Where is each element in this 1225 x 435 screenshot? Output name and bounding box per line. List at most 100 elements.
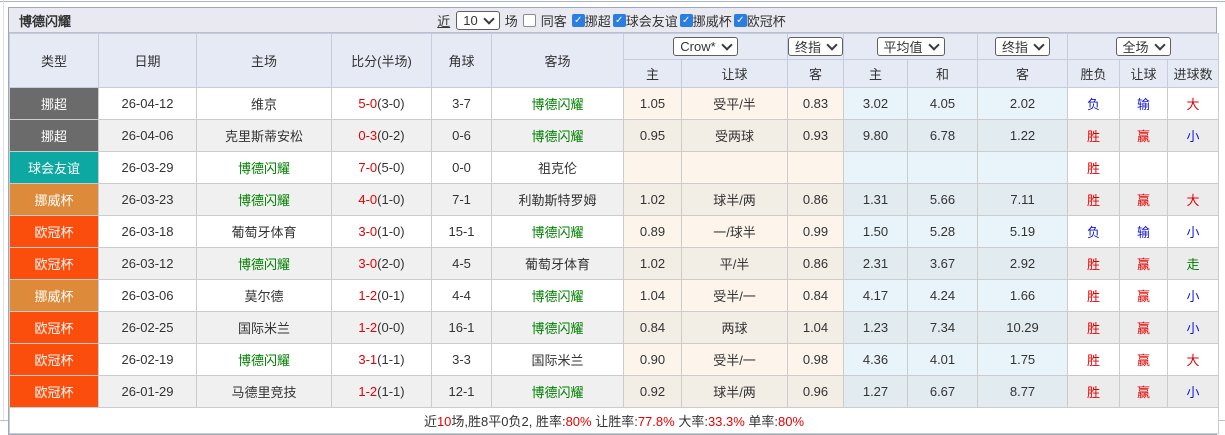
league-checkbox-4[interactable]: ✓ — [733, 13, 747, 27]
avg-away: 1.75 — [977, 343, 1069, 376]
avg-home: 9.80 — [843, 119, 908, 152]
matches-table: 类型 日期 主场 比分(半场) 角球 客场 Crow* 终指 平均值 终指 全场… — [8, 33, 1220, 434]
league-checkbox-2[interactable]: ✓ — [612, 13, 626, 27]
odds-home: 0.90 — [623, 343, 682, 376]
fulltime-score: 1-2 — [358, 288, 378, 303]
fulltime-score: 3-0 — [358, 256, 378, 271]
subcol-avg-home: 主 — [843, 59, 908, 88]
odds-away: 0.86 — [787, 183, 844, 216]
result-goals: 小 — [1167, 279, 1220, 312]
scope-select[interactable]: 全场 — [1115, 37, 1171, 56]
col-header-away: 客场 — [491, 33, 624, 88]
avg-time-select[interactable]: 终指 — [995, 37, 1051, 56]
corner-count: 4-5 — [431, 247, 492, 280]
away-team: 葡萄牙体育 — [491, 247, 624, 280]
recent-count-select[interactable]: 10 — [456, 10, 500, 30]
avg-away: 10.29 — [977, 311, 1069, 344]
halftime-score: (3-0) — [377, 96, 405, 111]
team-name: 博德闪耀 — [19, 13, 72, 29]
avg-home: 2.31 — [843, 247, 908, 280]
subcol-handicap-result: 让球 — [1119, 59, 1169, 88]
match-row: 挪超 26-04-12 维京 5-0(3-0) 3-7 博德闪耀 1.05 受平/半 0.83 3… — [9, 87, 1220, 120]
halftime-score: (1-0) — [377, 192, 405, 207]
avg-draw: 3.67 — [906, 247, 979, 280]
avg-home: 4.17 — [843, 279, 908, 312]
match-row: 欧冠杯 26-02-19 博德闪耀 3-1(1-1) 3-3 国际米兰 0.90 受半/一 0.… — [9, 343, 1220, 376]
odds-handicap: 平/半 — [681, 247, 788, 280]
odds-home: 1.05 — [623, 87, 682, 120]
fulltime-score: 5-0 — [358, 96, 378, 111]
league-badge: 挪超 — [9, 87, 99, 120]
result-goals — [1167, 151, 1220, 184]
avg-draw: 6.67 — [906, 375, 979, 408]
halftime-score: (1-0) — [377, 224, 405, 239]
avg-home: 1.50 — [843, 215, 908, 248]
score-cell: 7-0(5-0) — [331, 151, 432, 184]
result-goals: 小 — [1167, 311, 1220, 344]
odds-home: 1.02 — [623, 247, 682, 280]
match-date: 26-04-06 — [98, 119, 197, 152]
odds-handicap: 球半/两 — [681, 183, 788, 216]
odds-time-select[interactable]: 终指 — [788, 37, 843, 56]
odds-home: 1.02 — [623, 183, 682, 216]
result-goals: 走 — [1167, 247, 1220, 280]
halftime-score: (1-1) — [377, 384, 405, 399]
match-date: 26-03-06 — [98, 279, 197, 312]
score-cell: 5-0(3-0) — [331, 87, 432, 120]
odds-handicap: 两球 — [681, 311, 788, 344]
league-checkbox-1[interactable]: ✓ — [571, 13, 585, 27]
league-checkbox-label: 挪威杯 — [692, 13, 732, 29]
titlebar: 博德闪耀 近 10 场 同客 ✓ 挪超 ✓ 球会友谊 ✓ 挪威杯 ✓ 欧冠杯 — [9, 8, 1216, 33]
league-badge: 欧冠杯 — [9, 215, 99, 248]
away-team: 博德闪耀 — [491, 215, 624, 248]
result-goals: 小 — [1167, 215, 1220, 248]
avg-away: 7.11 — [977, 183, 1069, 216]
league-checkbox-3[interactable]: ✓ — [679, 13, 693, 27]
fulltime-score: 3-1 — [358, 352, 378, 367]
avg-draw: 4.24 — [906, 279, 979, 312]
odds-handicap: 受平/半 — [681, 87, 788, 120]
matches-label: 场 — [504, 13, 518, 29]
result-goals: 大 — [1167, 87, 1220, 120]
avg-type-select[interactable]: 平均值 — [876, 37, 945, 56]
odds-handicap: 一/球半 — [681, 215, 788, 248]
subcol-avg-draw: 和 — [906, 59, 979, 88]
league-badge: 欧冠杯 — [9, 311, 99, 344]
corner-count: 0-0 — [431, 151, 492, 184]
odds-company-select[interactable]: Crow* — [673, 37, 738, 56]
halftime-score: (5-0) — [377, 160, 405, 175]
odds-away: 1.04 — [787, 311, 844, 344]
score-cell: 3-0(1-0) — [331, 215, 432, 248]
result-winlose: 胜 — [1067, 279, 1121, 312]
away-team: 利勒斯特罗姆 — [491, 183, 624, 216]
avg-home: 1.27 — [843, 375, 908, 408]
result-winlose: 负 — [1067, 215, 1121, 248]
score-cell: 3-0(2-0) — [331, 247, 432, 280]
fulltime-score: 4-0 — [358, 192, 378, 207]
home-team: 克里斯蒂安松 — [196, 119, 332, 152]
home-team: 博德闪耀 — [196, 247, 332, 280]
match-date: 26-03-23 — [98, 183, 197, 216]
home-team: 马德里竞技 — [196, 375, 332, 408]
result-winlose: 胜 — [1067, 151, 1121, 184]
same-venue-checkbox[interactable] — [522, 13, 536, 27]
col-header-score: 比分(半场) — [331, 33, 432, 88]
score-cell: 1-2(1-1) — [331, 375, 432, 408]
result-winlose: 胜 — [1067, 247, 1121, 280]
stats-panel: 博德闪耀 近 10 场 同客 ✓ 挪超 ✓ 球会友谊 ✓ 挪威杯 ✓ 欧冠杯 类型 日期 主场… — [8, 7, 1220, 435]
result-handicap: 赢 — [1119, 183, 1169, 216]
match-row: 挪威杯 26-03-06 莫尔德 1-2(0-1) 4-4 博德闪耀 1.04 受半/一 0.8… — [9, 279, 1220, 312]
result-handicap — [1119, 151, 1169, 184]
match-row: 欧冠杯 26-02-25 国际米兰 1-2(0-0) 16-1 博德闪耀 0.84 两球 1.0… — [9, 311, 1220, 344]
score-cell: 1-2(0-0) — [331, 311, 432, 344]
odds-handicap — [681, 151, 788, 184]
corner-count: 15-1 — [431, 215, 492, 248]
corner-count: 3-3 — [431, 343, 492, 376]
result-winlose: 胜 — [1067, 375, 1121, 408]
odds-home: 0.95 — [623, 119, 682, 152]
recent-link[interactable]: 近 — [437, 11, 450, 30]
halftime-score: (0-2) — [377, 128, 405, 143]
score-cell: 3-1(1-1) — [331, 343, 432, 376]
match-date: 26-03-12 — [98, 247, 197, 280]
subcol-winlose: 胜负 — [1067, 59, 1121, 88]
